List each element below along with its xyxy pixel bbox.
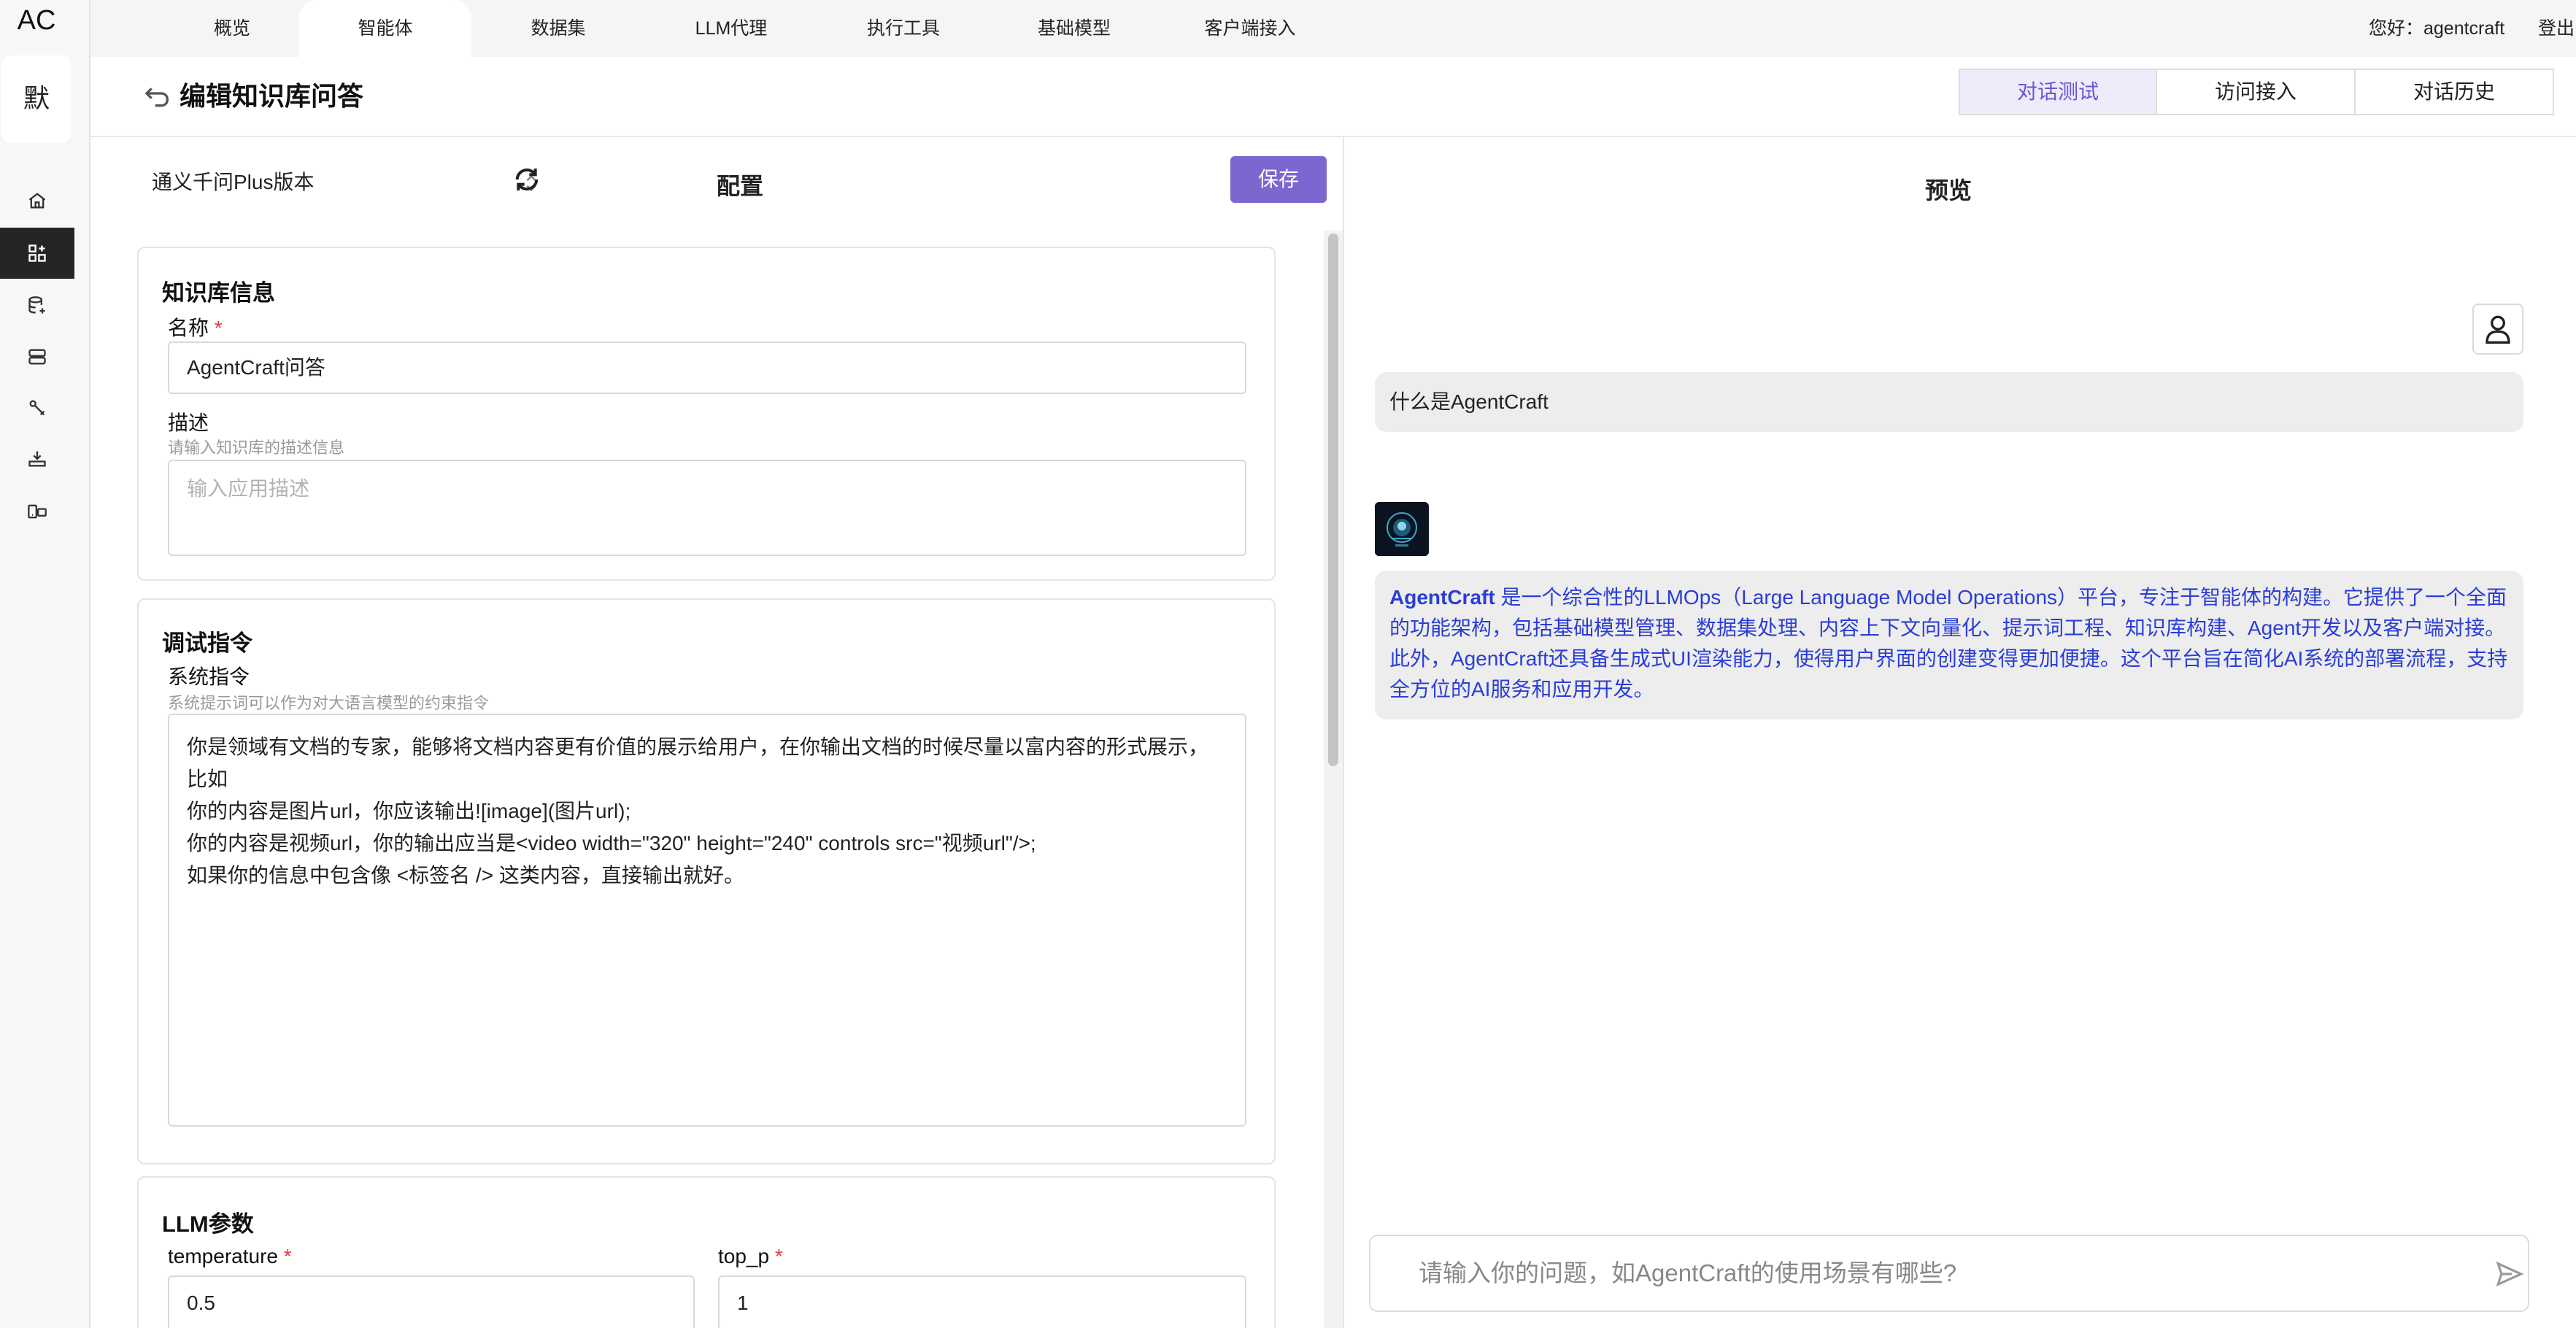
top-p-label-text: top_p — [718, 1245, 770, 1267]
back-arrow-icon[interactable] — [143, 85, 172, 109]
nav-tab-datasets[interactable]: 数据集 — [518, 0, 598, 57]
tab-access[interactable]: 访问接入 — [2157, 69, 2356, 115]
refresh-icon[interactable] — [512, 165, 541, 194]
name-label: 名称 * — [168, 312, 223, 341]
name-input[interactable]: AgentCraft问答 — [168, 341, 1246, 394]
storage-icon — [28, 349, 46, 365]
sidebar-item-datasets[interactable] — [0, 280, 74, 331]
save-button[interactable]: 保存 — [1230, 156, 1327, 203]
sidebar-item-home[interactable] — [0, 175, 74, 226]
logout-link[interactable]: 登出 — [2538, 0, 2575, 57]
bot-message-text: 是一个综合性的LLMOps（Large Language Model Opera… — [1389, 586, 2508, 700]
user-icon — [2486, 315, 2510, 344]
temperature-input[interactable]: 0.5 — [168, 1275, 695, 1328]
nav-tab-overview[interactable]: 概览 — [196, 0, 269, 57]
sys-prompt-text: 你是领域有文档的专家，能够将文档内容更有价值的展示给用户，在你输出文档的时候尽量… — [187, 736, 1209, 887]
kb-info-card: 知识库信息 名称 * AgentCraft问答 描述 请输入知识库的描述信息 输… — [137, 247, 1276, 581]
tab-chat-history[interactable]: 对话历史 — [2356, 69, 2554, 115]
sidebar-item-llm-proxy[interactable] — [0, 331, 74, 382]
llm-params-card: LLM参数 temperature * 0.5 top_p * 1 — [137, 1176, 1276, 1328]
debug-card: 调试指令 系统指令 系统提示词可以作为对大语言模型的约束指令 你是领域有文档的专… — [137, 598, 1276, 1165]
model-select[interactable]: 通义千问Plus版本 — [152, 159, 575, 206]
left-sidebar: AC 默 — [0, 0, 90, 1328]
bot-logo-icon — [1375, 502, 1429, 556]
llm-params-title: LLM参数 — [162, 1211, 254, 1237]
tool-icon — [29, 400, 45, 416]
config-pane: 通义千问Plus版本 配置 保存 知识库信息 名称 * AgentCraft问答… — [90, 137, 1344, 1328]
desc-hint: 请输入知识库的描述信息 — [168, 439, 345, 457]
top-nav: 概览 智能体 数据集 LLM代理 执行工具 基础模型 客户端接入 您好：agen… — [90, 0, 2576, 57]
page-header: 编辑知识库问答 对话测试 访问接入 对话历史 — [90, 57, 2576, 137]
nav-tab-tools[interactable]: 执行工具 — [852, 0, 955, 57]
required-mark: * — [774, 1245, 783, 1267]
app-logo: AC — [17, 5, 56, 36]
preview-title: 预览 — [1925, 177, 1973, 204]
config-title: 配置 — [717, 173, 764, 199]
home-icon — [28, 193, 46, 209]
nav-tab-llm-proxy[interactable]: LLM代理 — [680, 0, 782, 57]
send-icon[interactable] — [2496, 1261, 2523, 1287]
right-tab-group: 对话测试 访问接入 对话历史 — [1959, 69, 2554, 115]
required-mark: * — [214, 317, 223, 339]
top-p-input[interactable]: 1 — [718, 1275, 1246, 1328]
sidebar-item-models[interactable] — [0, 433, 74, 485]
workspace-avatar[interactable]: 默 — [1, 55, 72, 143]
bot-avatar — [1375, 502, 1429, 556]
desc-placeholder: 输入应用描述 — [187, 477, 310, 500]
desc-textarea[interactable]: 输入应用描述 — [168, 460, 1246, 556]
model-select-value: 通义千问Plus版本 — [152, 171, 315, 193]
chat-input[interactable]: 请输入你的问题，如AgentCraft的使用场景有哪些? — [1369, 1235, 2529, 1312]
bot-message: AgentCraft 是一个综合性的LLMOps（Large Language … — [1375, 571, 2523, 719]
page-title: 编辑知识库问答 — [180, 81, 364, 111]
temperature-label-text: temperature — [168, 1245, 278, 1267]
user-avatar — [2472, 304, 2523, 355]
sys-prompt-textarea[interactable]: 你是领域有文档的专家，能够将文档内容更有价值的展示给用户，在你输出文档的时候尽量… — [168, 714, 1246, 1127]
sidebar-item-agents[interactable] — [0, 228, 74, 279]
bot-message-brand: AgentCraft — [1389, 586, 1495, 609]
nav-tab-models[interactable]: 基础模型 — [1023, 0, 1125, 57]
apps-icon — [28, 244, 46, 262]
sys-prompt-label: 系统指令 — [168, 665, 250, 688]
database-add-icon — [28, 296, 45, 314]
chat-input-placeholder: 请输入你的问题，如AgentCraft的使用场景有哪些? — [1419, 1259, 1957, 1286]
preview-pane: 预览 什么是AgentCraft AgentCraft 是一个综合性的LLMOp… — [1344, 137, 2576, 1328]
sys-prompt-hint: 系统提示词可以作为对大语言模型的约束指令 — [168, 694, 490, 712]
top-p-label: top_p * — [718, 1245, 783, 1268]
name-label-text: 名称 — [168, 317, 209, 339]
required-mark: * — [283, 1245, 292, 1267]
tab-chat-test[interactable]: 对话测试 — [1959, 69, 2157, 115]
config-scrollbar-thumb[interactable] — [1328, 233, 1338, 766]
user-message: 什么是AgentCraft — [1375, 372, 2523, 432]
model-icon — [28, 451, 46, 467]
nav-tab-clients[interactable]: 客户端接入 — [1188, 0, 1312, 57]
debug-title: 调试指令 — [162, 630, 252, 656]
temperature-label: temperature * — [168, 1245, 292, 1268]
desc-label: 描述 — [168, 412, 209, 434]
sidebar-item-clients[interactable] — [0, 486, 74, 537]
kb-info-title: 知识库信息 — [162, 280, 275, 306]
nav-tab-agents[interactable]: 智能体 — [299, 0, 471, 57]
user-greeting: 您好：agentcraft — [2369, 18, 2505, 39]
sidebar-item-tools[interactable] — [0, 382, 74, 433]
client-icon — [28, 504, 47, 519]
